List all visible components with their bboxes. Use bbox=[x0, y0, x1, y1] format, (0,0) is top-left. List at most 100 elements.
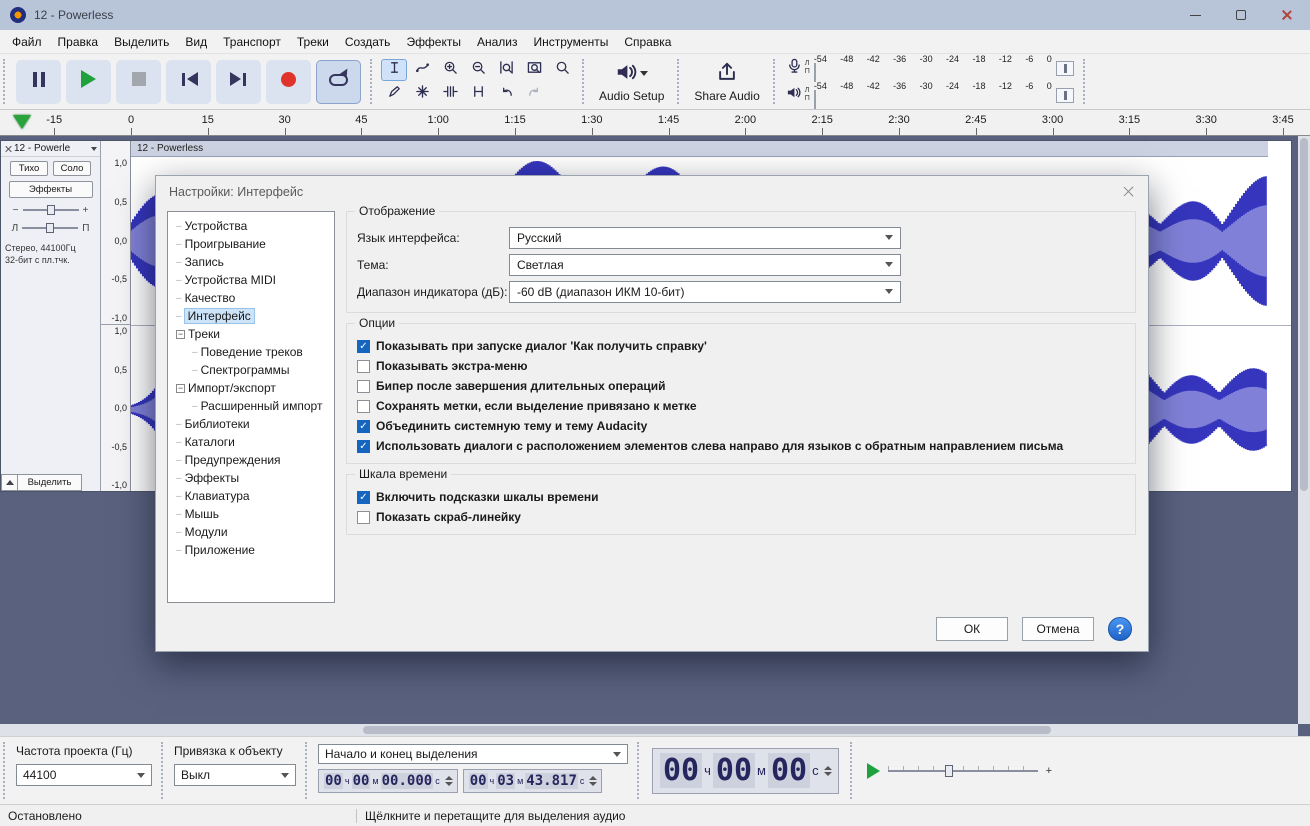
checkbox-1-5[interactable]: ✓ bbox=[357, 440, 370, 453]
ok-button[interactable]: ОК bbox=[936, 617, 1008, 641]
envelope-tool[interactable] bbox=[409, 59, 435, 81]
menu-item-3[interactable]: Вид bbox=[177, 32, 215, 52]
tree-item-9[interactable]: −Импорт/экспорт bbox=[168, 379, 334, 397]
tree-item-5[interactable]: ‒Интерфейс bbox=[168, 307, 334, 325]
tree-item-6[interactable]: −Треки bbox=[168, 325, 334, 343]
menu-item-9[interactable]: Инструменты bbox=[526, 32, 617, 52]
dropdown-0-0[interactable]: Русский bbox=[509, 227, 901, 249]
selection-mode-combo[interactable]: Начало и конец выделения bbox=[318, 744, 628, 764]
multi-tool[interactable] bbox=[409, 83, 435, 105]
fit-selection-button[interactable] bbox=[493, 59, 519, 81]
fit-project-button[interactable] bbox=[521, 59, 547, 81]
pan-slider[interactable] bbox=[22, 222, 78, 234]
recording-volume-slider[interactable] bbox=[1056, 61, 1074, 76]
mute-button[interactable]: Тихо bbox=[10, 161, 48, 176]
toolbar-grip[interactable] bbox=[1083, 59, 1087, 104]
vertical-scrollbar-thumb[interactable] bbox=[1300, 138, 1308, 491]
zoom-toggle-button[interactable] bbox=[549, 59, 575, 81]
gain-slider-thumb[interactable] bbox=[47, 205, 55, 215]
cancel-button[interactable]: Отмена bbox=[1022, 617, 1094, 641]
horizontal-scrollbar-thumb[interactable] bbox=[363, 726, 1051, 734]
silence-audio-button[interactable] bbox=[465, 83, 491, 105]
checkbox-1-3[interactable] bbox=[357, 400, 370, 413]
pause-button[interactable] bbox=[16, 60, 61, 104]
selection-tool[interactable] bbox=[381, 59, 407, 81]
audio-setup-button[interactable]: Audio Setup bbox=[589, 54, 674, 109]
solo-button[interactable]: Соло bbox=[53, 161, 91, 176]
tree-item-1[interactable]: ‒Проигрывание bbox=[168, 235, 334, 253]
toolbar-grip[interactable] bbox=[370, 59, 374, 104]
menu-item-6[interactable]: Создать bbox=[337, 32, 399, 52]
toolbar-grip[interactable] bbox=[161, 742, 165, 799]
tree-item-12[interactable]: ‒Каталоги bbox=[168, 433, 334, 451]
spinner-icon[interactable] bbox=[445, 776, 453, 786]
toolbar-grip[interactable] bbox=[637, 742, 641, 799]
dropdown-0-2[interactable]: -60 dB (диапазон ИКМ 10-бит) bbox=[509, 281, 901, 303]
play-at-speed-icon[interactable] bbox=[867, 763, 880, 779]
tree-item-8[interactable]: ‒Спектрограммы bbox=[168, 361, 334, 379]
tree-item-10[interactable]: ‒Расширенный импорт bbox=[168, 397, 334, 415]
loop-button[interactable] bbox=[316, 60, 361, 104]
tree-item-7[interactable]: ‒Поведение треков bbox=[168, 343, 334, 361]
skip-to-end-button[interactable] bbox=[216, 60, 261, 104]
tree-item-3[interactable]: ‒Устройства MIDI bbox=[168, 271, 334, 289]
clip-title-bar[interactable]: 12 - Powerless bbox=[131, 141, 1268, 157]
toolbar-grip[interactable] bbox=[582, 59, 586, 104]
menu-item-7[interactable]: Эффекты bbox=[398, 32, 469, 52]
undo-button[interactable] bbox=[493, 83, 519, 105]
tree-collapse-icon[interactable]: − bbox=[176, 330, 185, 339]
checkbox-2-0[interactable]: ✓ bbox=[357, 491, 370, 504]
track-close-icon[interactable] bbox=[4, 145, 12, 153]
close-button[interactable] bbox=[1264, 0, 1310, 30]
play-speed-slider-thumb[interactable] bbox=[945, 765, 953, 777]
tree-item-16[interactable]: ‒Мышь bbox=[168, 505, 334, 523]
playback-meter[interactable]: ЛП-54-48-42-36-30-24-18-12-60 bbox=[786, 83, 1074, 107]
select-track-button[interactable]: Выделить bbox=[18, 474, 82, 491]
toolbar-grip[interactable] bbox=[677, 59, 681, 104]
audio-position-field[interactable]: 00ч00м00с bbox=[652, 748, 839, 794]
trim-audio-button[interactable] bbox=[437, 83, 463, 105]
tree-collapse-icon[interactable]: − bbox=[176, 384, 185, 393]
recording-meter[interactable]: ЛП-54-48-42-36-30-24-18-12-60 bbox=[786, 56, 1074, 80]
tree-item-2[interactable]: ‒Запись bbox=[168, 253, 334, 271]
tree-item-13[interactable]: ‒Предупреждения bbox=[168, 451, 334, 469]
menu-item-0[interactable]: Файл bbox=[4, 32, 50, 52]
maximize-button[interactable] bbox=[1218, 0, 1264, 30]
share-audio-button[interactable]: Share Audio bbox=[684, 54, 769, 109]
gain-slider[interactable] bbox=[23, 204, 79, 216]
checkbox-2-1[interactable] bbox=[357, 511, 370, 524]
minimize-button[interactable] bbox=[1172, 0, 1218, 30]
menu-item-8[interactable]: Анализ bbox=[469, 32, 526, 52]
dropdown-0-1[interactable]: Светлая bbox=[509, 254, 901, 276]
tree-item-11[interactable]: ‒Библиотеки bbox=[168, 415, 334, 433]
tree-item-18[interactable]: ‒Приложение bbox=[168, 541, 334, 559]
track-title[interactable]: 12 - Powerle bbox=[14, 143, 89, 154]
menu-item-10[interactable]: Справка bbox=[616, 32, 679, 52]
record-button[interactable] bbox=[266, 60, 311, 104]
playhead-pin-icon[interactable] bbox=[13, 115, 31, 129]
pan-slider-thumb[interactable] bbox=[46, 223, 54, 233]
effects-button[interactable]: Эффекты bbox=[9, 181, 93, 198]
menu-item-2[interactable]: Выделить bbox=[106, 32, 177, 52]
collapse-track-button[interactable] bbox=[1, 474, 18, 491]
help-button[interactable]: ? bbox=[1108, 617, 1132, 641]
menu-item-5[interactable]: Треки bbox=[289, 32, 337, 52]
checkbox-1-2[interactable] bbox=[357, 380, 370, 393]
tree-item-4[interactable]: ‒Качество bbox=[168, 289, 334, 307]
toolbar-grip[interactable] bbox=[3, 59, 7, 104]
redo-button[interactable] bbox=[521, 83, 547, 105]
toolbar-grip[interactable] bbox=[773, 59, 777, 104]
play-speed-slider[interactable] bbox=[888, 763, 1038, 779]
dialog-titlebar[interactable]: Настройки: Интерфейс bbox=[156, 176, 1148, 207]
tree-item-17[interactable]: ‒Модули bbox=[168, 523, 334, 541]
toolbar-grip[interactable] bbox=[3, 742, 7, 799]
toolbar-grip[interactable] bbox=[850, 742, 854, 799]
tree-item-0[interactable]: ‒Устройства bbox=[168, 217, 334, 235]
stop-button[interactable] bbox=[116, 60, 161, 104]
checkbox-1-0[interactable]: ✓ bbox=[357, 340, 370, 353]
vertical-ruler[interactable]: 1,00,50,0-0,5-1,0 1,00,50,0-0,5-1,0 bbox=[101, 141, 131, 491]
selection-start-field[interactable]: 00ч00м00.000с bbox=[318, 769, 458, 793]
horizontal-scrollbar[interactable] bbox=[0, 724, 1298, 736]
project-rate-combo[interactable]: 44100 bbox=[16, 764, 152, 786]
skip-to-start-button[interactable] bbox=[166, 60, 211, 104]
